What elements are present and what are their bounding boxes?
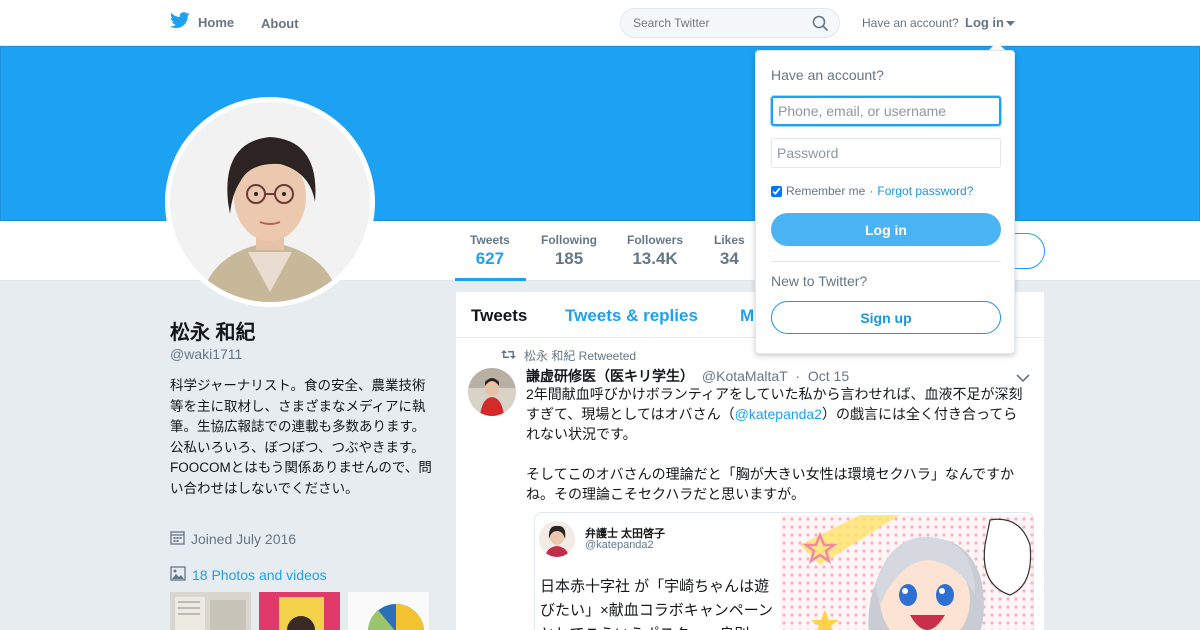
twitter-bird-icon xyxy=(170,12,190,32)
tweet-avatar[interactable] xyxy=(468,368,516,416)
tweet-header: 謙虚研修医（医キリ学生） @KotaMaltaT · Oct 15 xyxy=(526,366,849,386)
tab-tweets[interactable]: Tweets xyxy=(471,306,527,326)
top-nav: Home About Have an account? Log in xyxy=(0,0,1200,46)
tweet-paragraph: そしてこのオバさんの理論だと「胸が大きい女性は環境セクハラ」なんですかね。その理… xyxy=(526,466,1015,502)
stat-value: 34 xyxy=(719,249,739,268)
remember-me-label[interactable]: Remember me xyxy=(786,184,865,198)
media-thumbnail[interactable] xyxy=(170,592,251,630)
dropdown-title: Have an account? xyxy=(771,67,884,83)
search-input[interactable] xyxy=(633,16,803,30)
tweet-date[interactable]: Oct 15 xyxy=(808,368,849,384)
quote-text: 日本赤十字社 が「宇崎ちゃんは遊びたい」×献血コラボキャンペーンとしてこういうポ… xyxy=(540,578,774,630)
login-label: Log in xyxy=(965,15,1004,30)
stat-label: Following xyxy=(541,233,597,247)
caret-down-icon xyxy=(1006,15,1015,30)
tweet-mention-link[interactable]: @katepanda2 xyxy=(735,406,822,422)
search-icon[interactable] xyxy=(812,15,829,37)
stat-label: Likes xyxy=(714,233,745,247)
tweet-text: 2年間献血呼びかけボランティアをしていた私から言わせれば、血液不足が深刻すぎて、… xyxy=(526,384,1031,524)
tweet-author-name[interactable]: 謙虚研修医（医キリ学生） xyxy=(526,368,694,384)
retweet-context: 松永 和紀 Retweeted xyxy=(501,347,636,364)
stat-label: Followers xyxy=(627,233,684,247)
retweet-icon xyxy=(501,349,516,363)
about-link[interactable]: About xyxy=(261,16,299,31)
tab-media[interactable]: M xyxy=(740,306,754,326)
stat-value: 13.4K xyxy=(632,249,678,268)
stat-value: 185 xyxy=(554,249,584,268)
profile-avatar[interactable] xyxy=(165,97,375,307)
login-dropdown-toggle[interactable]: Log in xyxy=(965,15,1015,30)
photos-label: 18 Photos and videos xyxy=(192,567,327,583)
avatar-portrait xyxy=(170,102,370,302)
joined-label: Joined July 2016 xyxy=(191,531,297,547)
tweet-author-handle[interactable]: @KotaMaltaT xyxy=(702,368,788,384)
new-to-twitter-text: New to Twitter? xyxy=(771,273,868,289)
tab-tweets-replies[interactable]: Tweets & replies xyxy=(565,306,698,326)
dropdown-divider xyxy=(771,261,1001,262)
quoted-tweet[interactable]: 弁護士 太田啓子 @katepanda2 日本赤十字社 が「宇崎ちゃんは遊びたい… xyxy=(534,512,1034,630)
profile-handle: @waki1711 xyxy=(170,346,243,362)
password-input[interactable] xyxy=(771,138,1001,168)
login-dropdown: Have an account? Remember me · Forgot pa… xyxy=(755,50,1015,354)
signup-button[interactable]: Sign up xyxy=(771,301,1001,334)
stat-following[interactable]: Following 185 xyxy=(541,233,597,269)
home-link[interactable]: Home xyxy=(170,12,234,32)
active-stat-underline xyxy=(455,278,526,281)
username-input[interactable] xyxy=(771,96,1001,126)
quote-image xyxy=(780,515,1033,630)
stat-followers[interactable]: Followers 13.4K xyxy=(627,233,683,269)
media-thumbnail[interactable] xyxy=(259,592,340,630)
joined-date: Joined July 2016 xyxy=(170,530,296,548)
have-account-text: Have an account? xyxy=(862,16,959,30)
search-box[interactable] xyxy=(620,8,840,38)
photos-link[interactable]: 18 Photos and videos xyxy=(170,566,327,584)
forgot-password-link[interactable]: Forgot password? xyxy=(877,184,973,198)
media-thumbnail[interactable] xyxy=(348,592,429,630)
remember-row: Remember me · Forgot password? xyxy=(771,184,973,198)
home-label: Home xyxy=(198,14,235,30)
stat-label: Tweets xyxy=(470,233,510,247)
retweet-context-label: 松永 和紀 Retweeted xyxy=(524,349,637,363)
login-button[interactable]: Log in xyxy=(771,213,1001,246)
remember-me-checkbox[interactable] xyxy=(771,185,782,197)
profile-name[interactable]: 松永 和紀 xyxy=(170,316,256,345)
photo-icon xyxy=(170,566,186,584)
quote-avatar xyxy=(539,521,575,557)
quote-author-handle: @katepanda2 xyxy=(585,539,654,551)
profile-bio: 科学ジャーナリスト。食の安全、農業技術等を主に取材し、さまざまなメディアに執筆。… xyxy=(170,378,432,496)
stat-likes[interactable]: Likes 34 xyxy=(714,233,745,269)
stat-value: 627 xyxy=(475,249,505,268)
remember-separator: · xyxy=(869,184,874,198)
stat-tweets[interactable]: Tweets 627 xyxy=(470,233,510,269)
calendar-icon xyxy=(170,530,185,548)
tweet-paragraph: 2年間献血呼びかけボランティアをしていた私から言わせれば、血液不足が深刻すぎて、… xyxy=(526,384,1031,444)
tweet-separator: · xyxy=(795,368,800,384)
